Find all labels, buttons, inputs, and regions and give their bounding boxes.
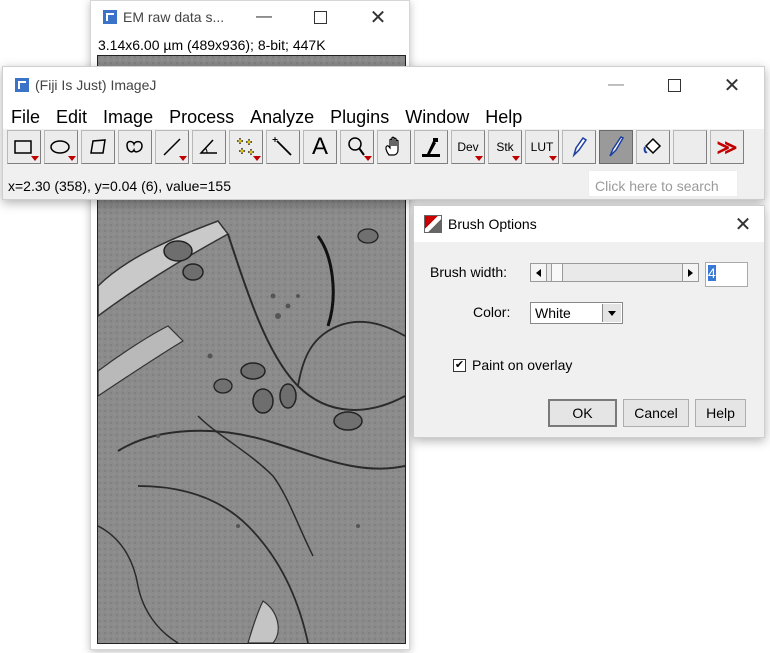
menu-bar: File Edit Image Process Analyze Plugins …	[3, 103, 764, 129]
tool-bar: A Dev Stk LUT ≫	[7, 130, 747, 164]
em-window-title: EM raw data s...	[123, 9, 225, 25]
stk-tool-icon[interactable]: Stk	[488, 130, 522, 164]
slider-left-arrow-icon[interactable]	[531, 264, 547, 281]
menu-help[interactable]: Help	[477, 103, 530, 129]
imagej-window-title: (Fiji Is Just) ImageJ	[35, 77, 157, 93]
menu-file[interactable]: File	[3, 103, 48, 129]
dropper-tool-icon[interactable]	[414, 130, 448, 164]
fiji-app-icon	[15, 78, 29, 92]
more-tools-icon[interactable]: ≫	[710, 130, 744, 164]
status-bar-text: x=2.30 (358), y=0.04 (6), value=155	[8, 178, 231, 194]
menu-window[interactable]: Window	[397, 103, 477, 129]
minimize-icon[interactable]: —	[241, 1, 287, 33]
maximize-icon[interactable]	[297, 1, 343, 33]
lut-tool-icon[interactable]: LUT	[525, 130, 559, 164]
chevron-down-icon[interactable]	[602, 304, 621, 322]
help-button[interactable]: Help	[695, 399, 746, 427]
menu-plugins[interactable]: Plugins	[322, 103, 397, 129]
multipoint-tool-icon[interactable]	[229, 130, 263, 164]
brush-width-field[interactable]: 4	[705, 262, 748, 287]
menu-image[interactable]: Image	[95, 103, 161, 129]
slider-thumb[interactable]	[551, 264, 563, 281]
freehand-tool-icon[interactable]	[118, 130, 152, 164]
dev-tool-icon[interactable]: Dev	[451, 130, 485, 164]
menu-process[interactable]: Process	[161, 103, 242, 129]
search-field[interactable]: Click here to search	[588, 170, 738, 197]
menu-analyze[interactable]: Analyze	[242, 103, 322, 129]
color-select[interactable]: White	[530, 302, 623, 324]
angle-tool-icon[interactable]	[192, 130, 226, 164]
brush-tool-icon[interactable]	[599, 130, 633, 164]
slider-right-arrow-icon[interactable]	[682, 264, 698, 281]
em-window-titlebar[interactable]: EM raw data s... — ✕	[91, 1, 409, 33]
color-label: Color:	[473, 304, 511, 320]
zoom-tool-icon[interactable]	[340, 130, 374, 164]
brush-width-label: Brush width:	[430, 264, 508, 280]
imagej-main-window[interactable]: (Fiji Is Just) ImageJ — ✕ File Edit Imag…	[2, 66, 765, 200]
empty-tool-slot	[673, 130, 707, 164]
wand-tool-icon[interactable]	[266, 130, 300, 164]
flood-fill-tool-icon[interactable]	[636, 130, 670, 164]
brush-options-titlebar[interactable]: Brush Options ✕	[414, 206, 764, 242]
minimize-icon[interactable]: —	[593, 67, 639, 103]
polygon-tool-icon[interactable]	[81, 130, 115, 164]
oval-tool-icon[interactable]	[44, 130, 78, 164]
rectangle-tool-icon[interactable]	[7, 130, 41, 164]
pencil-tool-icon[interactable]	[562, 130, 596, 164]
hand-tool-icon[interactable]	[377, 130, 411, 164]
dialog-app-icon	[424, 215, 442, 233]
paint-on-overlay-label: Paint on overlay	[472, 357, 573, 373]
fiji-app-icon	[103, 10, 117, 24]
brush-width-slider[interactable]	[530, 263, 699, 282]
close-icon[interactable]: ✕	[720, 206, 766, 242]
maximize-icon[interactable]	[651, 67, 697, 103]
cancel-button[interactable]: Cancel	[623, 399, 689, 427]
paint-on-overlay-checkbox[interactable]: ✔	[453, 359, 466, 372]
imagej-titlebar[interactable]: (Fiji Is Just) ImageJ — ✕	[3, 67, 764, 103]
line-tool-icon[interactable]	[155, 130, 189, 164]
dialog-title: Brush Options	[448, 216, 537, 232]
menu-edit[interactable]: Edit	[48, 103, 95, 129]
text-tool-icon[interactable]: A	[303, 130, 337, 164]
close-icon[interactable]: ✕	[355, 1, 401, 33]
close-icon[interactable]: ✕	[709, 67, 755, 103]
ok-button[interactable]: OK	[548, 399, 617, 427]
image-info-text: 3.14x6.00 µm (489x936); 8-bit; 447K	[98, 37, 326, 53]
brush-options-dialog[interactable]: Brush Options ✕ Brush width: 4 Color: Wh…	[413, 205, 765, 438]
